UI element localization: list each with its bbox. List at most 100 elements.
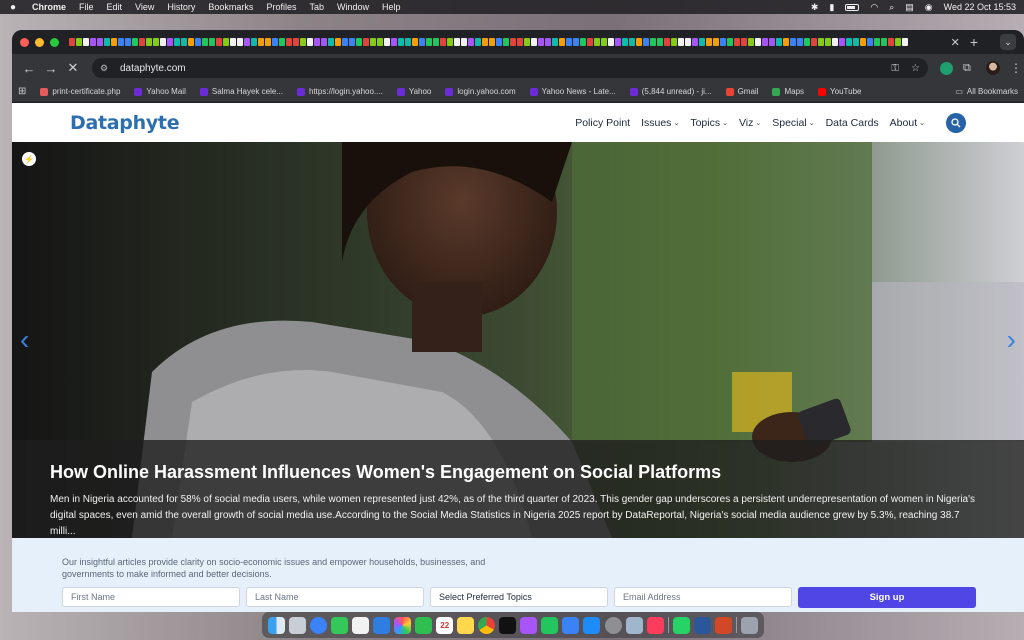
new-tab-button[interactable]: + bbox=[970, 34, 978, 50]
tab-favicon[interactable] bbox=[650, 38, 656, 46]
tab-favicon[interactable] bbox=[90, 38, 96, 46]
photos-icon[interactable] bbox=[394, 616, 412, 634]
tab-favicon[interactable] bbox=[223, 38, 229, 46]
menu-file[interactable]: File bbox=[79, 2, 94, 12]
back-button[interactable]: ← bbox=[18, 61, 40, 76]
tab-favicon[interactable] bbox=[552, 38, 558, 46]
tab-favicon[interactable] bbox=[300, 38, 306, 46]
tab-favicon[interactable] bbox=[279, 38, 285, 46]
tab-favicon[interactable] bbox=[832, 38, 838, 46]
mail-icon[interactable] bbox=[373, 616, 391, 634]
tab-favicon[interactable] bbox=[167, 38, 173, 46]
tab-favicon[interactable] bbox=[440, 38, 446, 46]
tab-favicon[interactable] bbox=[132, 38, 138, 46]
menu-history[interactable]: History bbox=[167, 2, 195, 12]
tab-favicon[interactable] bbox=[335, 38, 341, 46]
extensions-puzzle-icon[interactable]: ⧉ bbox=[963, 62, 976, 75]
stop-loading-button[interactable]: ✕ bbox=[62, 60, 84, 76]
tab-favicon[interactable] bbox=[384, 38, 390, 46]
tab-favicon[interactable] bbox=[426, 38, 432, 46]
tab-favicon[interactable] bbox=[244, 38, 250, 46]
tab-favicon[interactable] bbox=[524, 38, 530, 46]
tab-favicon[interactable] bbox=[356, 38, 362, 46]
bookmark-yahoo-news[interactable]: Yahoo News - Late... bbox=[529, 87, 616, 96]
tab-favicon[interactable] bbox=[153, 38, 159, 46]
tab-favicon[interactable] bbox=[559, 38, 565, 46]
tab-favicon[interactable] bbox=[874, 38, 880, 46]
bookmark-login-yahoo[interactable]: login.yahoo.com bbox=[445, 87, 516, 96]
nav-special[interactable]: Special ⌄ bbox=[772, 117, 814, 129]
tab-favicon[interactable] bbox=[104, 38, 110, 46]
bookmark-yahoo-unread[interactable]: (5,844 unread) - ji... bbox=[629, 87, 712, 96]
tab-favicon[interactable] bbox=[671, 38, 677, 46]
finder-icon[interactable] bbox=[268, 616, 285, 634]
safari-icon[interactable] bbox=[310, 616, 328, 634]
tab-favicon[interactable] bbox=[111, 38, 117, 46]
tab-favicon[interactable] bbox=[272, 38, 278, 46]
tab-favicon[interactable] bbox=[230, 38, 236, 46]
tab-favicon[interactable] bbox=[818, 38, 824, 46]
tab-favicon[interactable] bbox=[664, 38, 670, 46]
bookmark-gmail[interactable]: Gmail bbox=[725, 87, 758, 96]
tab-favicon[interactable] bbox=[370, 38, 376, 46]
apple-icon[interactable]: ● bbox=[8, 2, 18, 13]
tab-favicon[interactable] bbox=[468, 38, 474, 46]
search-icon[interactable]: ⌕ bbox=[889, 2, 894, 13]
slider-next-arrow[interactable]: › bbox=[1007, 324, 1016, 356]
tab-favicon[interactable] bbox=[748, 38, 754, 46]
tab-favicon[interactable] bbox=[545, 38, 551, 46]
tab-favicon[interactable] bbox=[881, 38, 887, 46]
tab-favicon[interactable] bbox=[181, 38, 187, 46]
tab-search-button[interactable]: ⌄ bbox=[1000, 34, 1016, 50]
tab-favicon[interactable] bbox=[699, 38, 705, 46]
tab-favicon[interactable] bbox=[412, 38, 418, 46]
tab-favicon[interactable] bbox=[69, 38, 75, 46]
tab-favicon[interactable] bbox=[216, 38, 222, 46]
tab-favicon[interactable] bbox=[867, 38, 873, 46]
tab-favicon[interactable] bbox=[258, 38, 264, 46]
numbers-icon[interactable] bbox=[541, 616, 559, 634]
tab-favicon[interactable] bbox=[657, 38, 663, 46]
tab-favicon[interactable] bbox=[328, 38, 334, 46]
tab-favicon[interactable] bbox=[503, 38, 509, 46]
tab-favicon[interactable] bbox=[160, 38, 166, 46]
tab-favicon[interactable] bbox=[601, 38, 607, 46]
tab-favicon[interactable] bbox=[734, 38, 740, 46]
tab-favicon[interactable] bbox=[538, 38, 544, 46]
system-settings-icon[interactable] bbox=[604, 616, 622, 634]
site-search-button[interactable] bbox=[946, 112, 966, 133]
nav-viz[interactable]: Viz ⌄ bbox=[739, 117, 761, 129]
music-icon[interactable] bbox=[646, 616, 664, 634]
tab-favicon[interactable] bbox=[678, 38, 684, 46]
tab-favicon[interactable] bbox=[531, 38, 537, 46]
bookmark-salma-hayek[interactable]: Salma Hayek cele... bbox=[199, 87, 283, 96]
tab-favicon[interactable] bbox=[587, 38, 593, 46]
all-bookmarks-button[interactable]: ▭ All Bookmarks bbox=[955, 87, 1018, 96]
whatsapp-icon[interactable] bbox=[672, 616, 690, 634]
tab-favicon[interactable] bbox=[293, 38, 299, 46]
powerpoint-icon[interactable] bbox=[714, 616, 732, 634]
tab-favicon[interactable] bbox=[797, 38, 803, 46]
slider-prev-arrow[interactable]: ‹ bbox=[20, 324, 29, 356]
tab-favicon[interactable] bbox=[615, 38, 621, 46]
tab-favicon[interactable] bbox=[482, 38, 488, 46]
minimize-window-button[interactable] bbox=[35, 37, 44, 47]
reminders-icon[interactable] bbox=[352, 616, 370, 634]
menu-view[interactable]: View bbox=[135, 2, 154, 12]
tab-favicon[interactable] bbox=[580, 38, 586, 46]
tab-favicon[interactable] bbox=[790, 38, 796, 46]
site-settings-icon[interactable]: ⚙ bbox=[100, 63, 112, 73]
site-logo[interactable]: Dataphyte bbox=[70, 112, 180, 134]
tab-favicon[interactable] bbox=[755, 38, 761, 46]
menu-help[interactable]: Help bbox=[382, 2, 401, 12]
sign-up-button[interactable]: Sign up bbox=[798, 587, 976, 608]
bluetooth-icon[interactable]: ✱ bbox=[811, 2, 819, 13]
tab-favicon[interactable] bbox=[398, 38, 404, 46]
menu-tab[interactable]: Tab bbox=[309, 2, 324, 12]
tab-favicon[interactable] bbox=[118, 38, 124, 46]
tab-favicon[interactable] bbox=[517, 38, 523, 46]
tab-favicon[interactable] bbox=[307, 38, 313, 46]
battery-icon[interactable] bbox=[845, 3, 860, 11]
preferred-topics-select[interactable]: Select Preferred Topics bbox=[430, 587, 608, 607]
bookmark-login-yahoo-https[interactable]: https://login.yahoo.... bbox=[297, 87, 383, 96]
